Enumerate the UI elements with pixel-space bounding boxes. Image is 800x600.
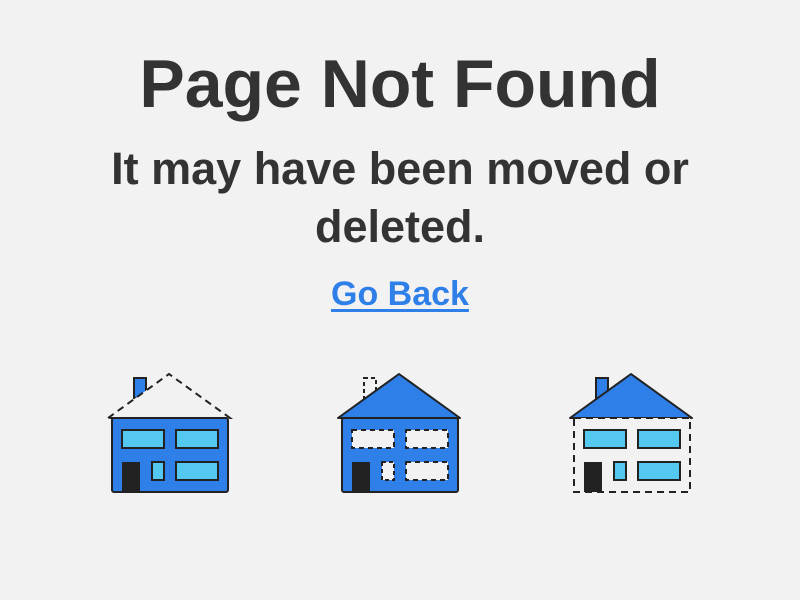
page-subtitle: It may have been moved or deleted. xyxy=(111,143,689,252)
page-title: Page Not Found xyxy=(139,46,661,122)
house-missing-windows-icon xyxy=(334,370,464,500)
house-missing-roof-icon xyxy=(104,370,234,500)
house-missing-walls-icon xyxy=(566,370,696,500)
go-back-container: Go Back xyxy=(0,272,800,316)
go-back-link[interactable]: Go Back xyxy=(331,275,469,313)
